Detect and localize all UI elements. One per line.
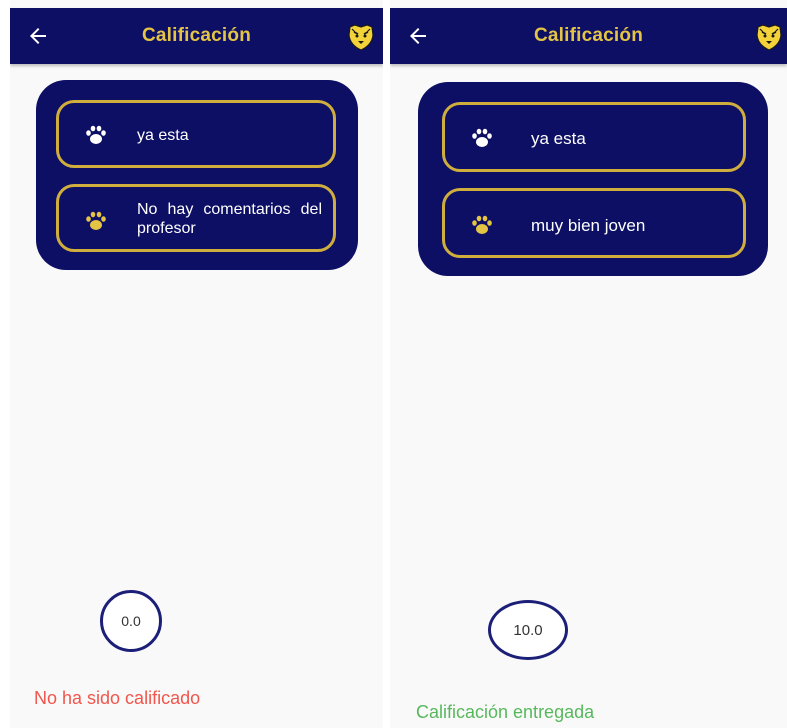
tiger-logo-icon [348, 24, 374, 51]
screen-graded: Calificación ya esta muy bien joven 10.0… [390, 0, 787, 728]
screen-not-graded: Calificación ya esta No hay comentarios … [10, 0, 383, 728]
item-text: ya esta [531, 129, 586, 148]
paw-icon [86, 211, 106, 230]
item-text: No hay comentarios del profesor [137, 201, 322, 237]
page-title: Calificación [533, 25, 644, 46]
list-item-teacher-comment[interactable]: muy bien joven [442, 188, 746, 258]
app-bar: Calificación [390, 8, 787, 64]
app-bar: Calificación [10, 8, 383, 64]
grade-status: No ha sido calificado [34, 688, 201, 708]
comments-card: ya esta muy bien joven [418, 82, 768, 276]
list-item-teacher-comment[interactable]: No hay comentarios del profesor [56, 184, 336, 252]
list-item-submission[interactable]: ya esta [56, 100, 336, 168]
comments-card: ya esta No hay comentarios del profesor [36, 80, 358, 270]
item-text: ya esta [137, 127, 189, 144]
grade-circle: 10.0 [488, 600, 568, 660]
paw-icon [472, 215, 492, 234]
page-title: Calificación [141, 25, 252, 46]
paw-icon [472, 128, 492, 147]
grade-circle: 0.0 [100, 590, 162, 652]
grade-status: Calificación entregada [416, 702, 595, 722]
item-text: muy bien joven [531, 216, 646, 235]
paw-icon [86, 125, 106, 144]
tiger-logo-icon [756, 24, 782, 51]
list-item-submission[interactable]: ya esta [442, 102, 746, 172]
